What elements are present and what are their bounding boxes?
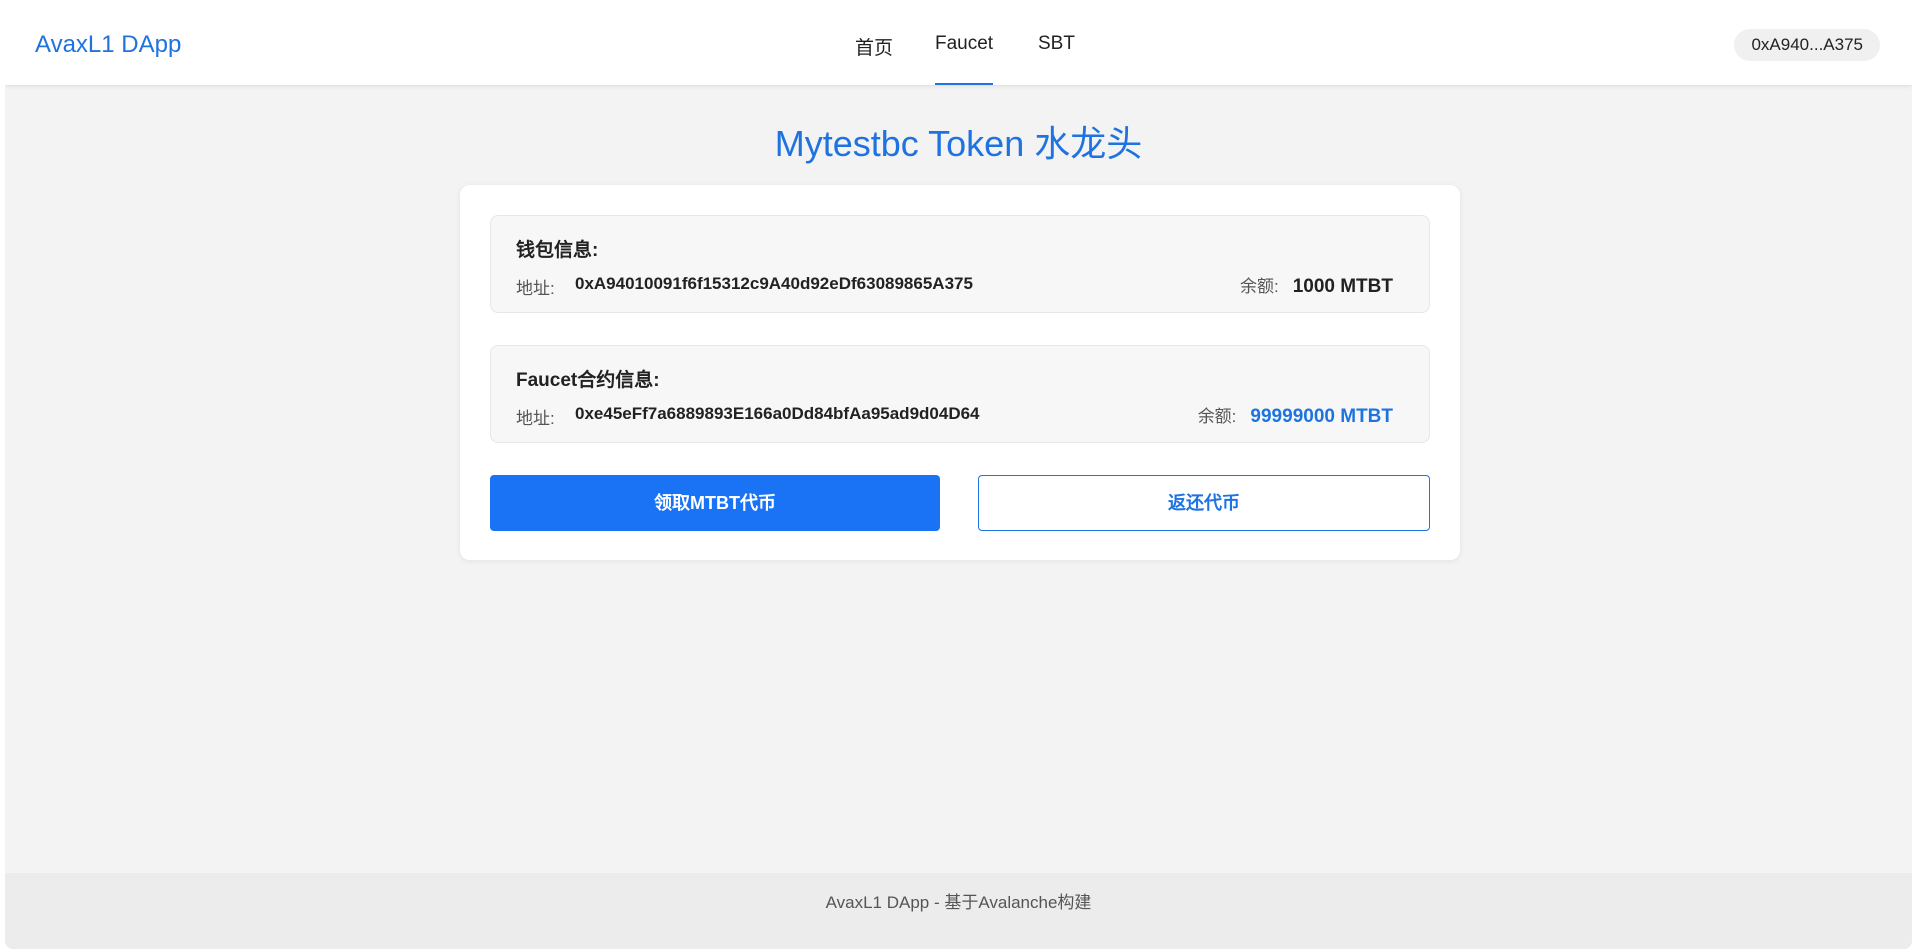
faucet-balance-value: 99999000 MTBT bbox=[1250, 406, 1393, 427]
wallet-info-title: 钱包信息: bbox=[516, 240, 599, 261]
wallet-info-panel: 钱包信息: 地址: 0xA94010091f6f15312c9A40d92eDf… bbox=[490, 215, 1430, 313]
wallet-address-label: 地址: bbox=[516, 279, 555, 298]
faucet-address-value: 0xe45eFf7a6889893E166a0Dd84bfAa95ad9d04D… bbox=[575, 404, 980, 423]
brand-logo[interactable]: AvaxL1 DApp bbox=[35, 31, 181, 59]
faucet-card: 钱包信息: 地址: 0xA94010091f6f15312c9A40d92eDf… bbox=[460, 185, 1460, 560]
app-window: AvaxL1 DApp 首页 Faucet SBT 0xA940...A375 … bbox=[5, 5, 1912, 949]
wallet-balance-label: 余额: bbox=[1239, 277, 1279, 296]
claim-token-button[interactable]: 领取MTBT代币 bbox=[490, 475, 940, 531]
page-title: Mytestbc Token 水龙头 bbox=[774, 123, 1143, 164]
wallet-balance: 余额: 1000 MTBT bbox=[1240, 272, 1393, 298]
faucet-address-label: 地址: bbox=[516, 409, 555, 428]
faucet-info-title: Faucet合约信息: bbox=[516, 370, 660, 391]
wallet-balance-value: 1000 MTBT bbox=[1292, 276, 1393, 297]
nav-link-faucet[interactable]: Faucet bbox=[935, 33, 994, 85]
wallet-address-value: 0xA94010091f6f15312c9A40d92eDf63089865A3… bbox=[575, 274, 973, 293]
faucet-balance-label: 余额: bbox=[1197, 407, 1237, 426]
faucet-balance: 余额: 99999000 MTBT bbox=[1198, 402, 1393, 428]
nav-link-sbt[interactable]: SBT bbox=[1038, 33, 1075, 55]
faucet-info-panel: Faucet合约信息: 地址: 0xe45eFf7a6889893E166a0D… bbox=[490, 345, 1430, 443]
page-footer: AvaxL1 DApp - 基于Avalanche构建 bbox=[5, 873, 1912, 949]
top-navbar: AvaxL1 DApp 首页 Faucet SBT 0xA940...A375 bbox=[5, 5, 1912, 85]
return-token-button[interactable]: 返还代币 bbox=[978, 475, 1430, 531]
wallet-address-button[interactable]: 0xA940...A375 bbox=[1734, 29, 1880, 61]
nav-link-home[interactable]: 首页 bbox=[855, 33, 893, 60]
